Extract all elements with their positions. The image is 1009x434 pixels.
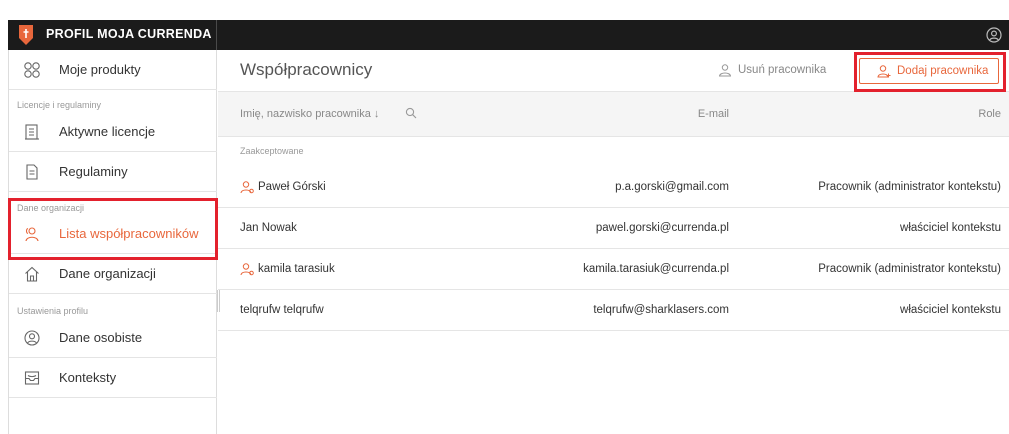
sidebar-item-label: Dane organizacji <box>59 266 156 281</box>
table-row[interactable]: Jan Nowak pawel.gorski@currenda.pl właśc… <box>218 208 1009 249</box>
main-content: Współpracownicy Usuń pracownika Dodaj pr… <box>218 50 1009 434</box>
sidebar-item-dane-osobiste[interactable]: Dane osobiste <box>9 318 217 358</box>
employee-role: Pracownik (administrator kontekstu) <box>818 263 1001 275</box>
search-icon[interactable] <box>405 107 417 119</box>
topbar-divider <box>216 20 217 50</box>
currenda-logo-icon[interactable] <box>18 24 34 46</box>
inbox-icon <box>24 371 40 385</box>
user-remove-icon <box>718 64 732 77</box>
table-row[interactable]: kamila tarasiuk kamila.tarasiuk@currenda… <box>218 249 1009 290</box>
sidebar-item-moje-produkty[interactable]: Moje produkty <box>9 50 217 90</box>
employee-name: Jan Nowak <box>240 222 297 234</box>
home-icon <box>25 266 39 282</box>
sidebar-item-label: Moje produkty <box>59 62 141 77</box>
grid-icon <box>24 62 40 78</box>
employee-role: właściciel kontekstu <box>900 222 1001 234</box>
employee-name: telqrufw telqrufw <box>240 304 324 316</box>
employee-role: właściciel kontekstu <box>900 304 1001 316</box>
column-header-name[interactable]: Imię, nazwisko pracownika ↓ <box>240 108 379 120</box>
table-header: Imię, nazwisko pracownika ↓ E-mail Role <box>218 91 1009 137</box>
sidebar-item-dane-organizacji[interactable]: Dane organizacji <box>9 254 217 294</box>
table-row[interactable]: telqrufw telqrufw telqrufw@sharklasers.c… <box>218 290 1009 331</box>
admin-user-icon <box>240 263 254 276</box>
remove-employee-button[interactable]: Usuń pracownika <box>700 59 840 83</box>
employee-email: kamila.tarasiuk@currenda.pl <box>583 263 729 275</box>
sidebar-section-label: Licencje i regulaminy <box>17 100 102 110</box>
column-header-role: Role <box>978 108 1001 120</box>
employee-email: p.a.gorski@gmail.com <box>615 181 729 193</box>
employee-name: kamila tarasiuk <box>258 263 335 275</box>
sidebar-item-regulaminy[interactable]: Regulaminy <box>9 152 217 192</box>
app-title: PROFIL MOJA CURRENDA <box>46 27 212 41</box>
table-row[interactable]: Paweł Górski p.a.gorski@gmail.com Pracow… <box>218 167 1009 208</box>
employee-email: telqrufw@sharklasers.com <box>593 304 729 316</box>
sidebar-item-label: Aktywne licencje <box>59 124 156 139</box>
highlight-box-add-button <box>854 52 1006 92</box>
remove-employee-label: Usuń pracownika <box>738 64 827 76</box>
user-circle-icon <box>24 330 40 346</box>
highlight-box-sidebar <box>8 198 218 260</box>
column-header-email: E-mail <box>697 108 729 120</box>
employee-name: Paweł Górski <box>258 181 326 193</box>
page-title: Współpracownicy <box>240 60 373 79</box>
license-icon <box>25 124 39 140</box>
user-account-icon[interactable] <box>986 27 1002 43</box>
sidebar-item-label: Regulaminy <box>59 164 128 179</box>
sidebar-item-label: Dane osobiste <box>59 330 143 345</box>
document-icon <box>26 164 38 180</box>
group-label-accepted: Zaakceptowane <box>240 146 304 156</box>
employee-role: Pracownik (administrator kontekstu) <box>818 181 1001 193</box>
admin-user-icon <box>240 181 254 194</box>
top-bar: PROFIL MOJA CURRENDA <box>8 20 1009 50</box>
sidebar-item-label: Konteksty <box>59 370 117 385</box>
sidebar-item-konteksty[interactable]: Konteksty <box>9 358 217 398</box>
sidebar-section-label: Ustawienia profilu <box>17 306 89 316</box>
sidebar-item-aktywne-licencje[interactable]: Aktywne licencje <box>9 112 217 152</box>
employee-email: pawel.gorski@currenda.pl <box>595 222 729 234</box>
